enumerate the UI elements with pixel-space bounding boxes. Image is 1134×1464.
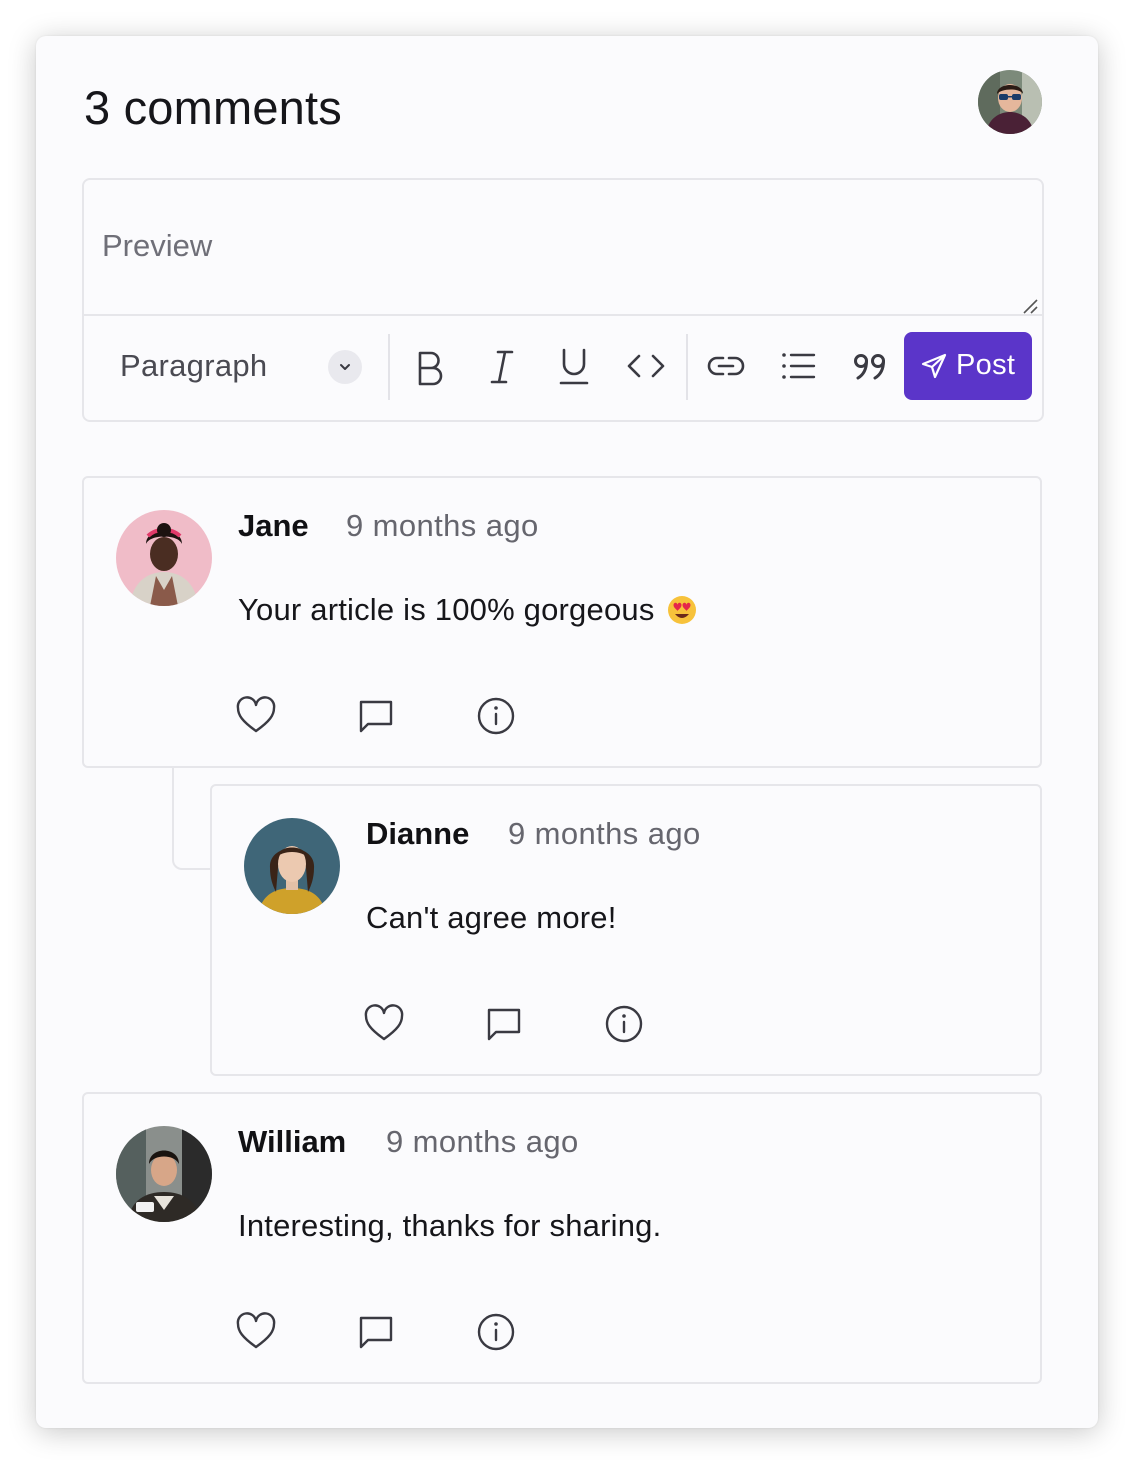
reply-button[interactable] (354, 694, 398, 738)
code-button[interactable] (626, 346, 666, 386)
quote-icon (854, 354, 885, 380)
info-button[interactable] (474, 1310, 518, 1354)
reply-button[interactable] (354, 1310, 398, 1354)
comment-author[interactable]: Dianne (366, 816, 469, 852)
comment-icon (359, 1316, 393, 1349)
comment-body: Interesting, thanks for sharing. (238, 1208, 661, 1244)
underline-icon (559, 348, 589, 385)
info-icon (477, 1313, 515, 1351)
comment-time: 9 months ago (346, 508, 539, 543)
post-button-label: Post (956, 349, 1016, 381)
reply-comment-card: Dianne 9 months ago Can't agree more! (210, 784, 1042, 1076)
heart-eyes-emoji-icon (667, 596, 696, 624)
comment-icon (487, 1008, 521, 1041)
comment-text: Your article is 100% gorgeous (238, 592, 655, 627)
info-button[interactable] (474, 694, 518, 738)
comment-body: Can't agree more! (366, 900, 617, 936)
comment-author[interactable]: William (238, 1124, 346, 1160)
user-avatar[interactable] (978, 70, 1042, 134)
resize-grip-icon[interactable] (1022, 298, 1038, 314)
comment-text: Interesting, thanks for sharing. (238, 1208, 662, 1243)
formatting-toolbar: Paragraph Post (84, 316, 1042, 420)
heart-icon (236, 696, 276, 733)
reply-button[interactable] (482, 1002, 526, 1046)
post-button[interactable]: Post (904, 332, 1032, 400)
list-icon (782, 353, 816, 379)
bold-button[interactable] (410, 346, 450, 386)
comment-input[interactable] (84, 180, 1042, 316)
info-icon (477, 697, 515, 735)
block-format-select[interactable]: Paragraph (120, 334, 364, 400)
bullet-list-button[interactable] (778, 346, 818, 386)
jane-avatar[interactable] (116, 510, 212, 606)
comment-card: William 9 months ago Interesting, thanks… (82, 1092, 1042, 1384)
quote-button[interactable] (850, 346, 890, 386)
william-avatar[interactable] (116, 1126, 212, 1222)
chevron-down-icon (328, 350, 362, 384)
like-button[interactable] (362, 1002, 406, 1046)
comment-time: 9 months ago (508, 816, 701, 851)
code-icon (627, 354, 665, 378)
comment-text: Can't agree more! (366, 900, 617, 935)
info-icon (605, 1005, 643, 1043)
comment-body: Your article is 100% gorgeous (238, 592, 697, 628)
link-button[interactable] (706, 346, 746, 386)
toolbar-divider (686, 334, 688, 400)
comment-icon (359, 700, 393, 733)
like-button[interactable] (234, 1310, 278, 1354)
comment-author[interactable]: Jane (238, 508, 309, 544)
heart-icon (236, 1312, 276, 1349)
like-button[interactable] (234, 694, 278, 738)
link-icon (707, 356, 745, 376)
send-icon (921, 353, 947, 379)
comment-time: 9 months ago (386, 1124, 579, 1159)
reply-thread-connector (172, 768, 212, 870)
toolbar-divider (388, 334, 390, 400)
comment-editor: Paragraph (82, 178, 1044, 422)
info-button[interactable] (602, 1002, 646, 1046)
italic-button[interactable] (482, 346, 522, 386)
comments-panel: 3 comments Paragraph (36, 36, 1098, 1428)
underline-button[interactable] (554, 346, 594, 386)
comment-card: Jane 9 months ago Your article is 100% g… (82, 476, 1042, 768)
bold-icon (418, 351, 443, 386)
comments-count-title: 3 comments (84, 81, 342, 134)
heart-icon (364, 1004, 404, 1041)
italic-icon (490, 350, 514, 384)
dianne-avatar[interactable] (244, 818, 340, 914)
block-format-value: Paragraph (120, 348, 268, 383)
